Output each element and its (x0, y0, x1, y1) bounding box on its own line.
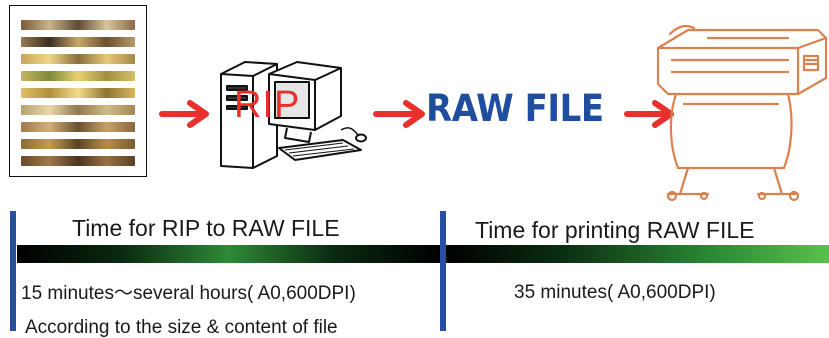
rip-time-note: According to the size & content of file (25, 317, 338, 338)
printer-icon (656, 24, 828, 202)
rip-label: RIP (234, 84, 301, 126)
print-time-bar (446, 245, 829, 263)
print-time-heading: Time for printing RAW FILE (475, 217, 755, 243)
print-time-duration: 35 minutes( A0,600DPI) (514, 282, 716, 303)
arrow-icon (373, 100, 425, 128)
rip-time-heading: Time for RIP to RAW FILE (72, 215, 340, 241)
arrow-icon (159, 100, 209, 128)
source-document-image (9, 5, 147, 177)
timeline-divider-left (10, 211, 16, 331)
timeline-divider-middle (440, 211, 446, 331)
rip-time-bar (17, 245, 440, 263)
raw-file-label: RAW FILE (426, 87, 604, 130)
rip-time-duration: 15 minutes～several hours( A0,600DPI) (21, 283, 356, 304)
